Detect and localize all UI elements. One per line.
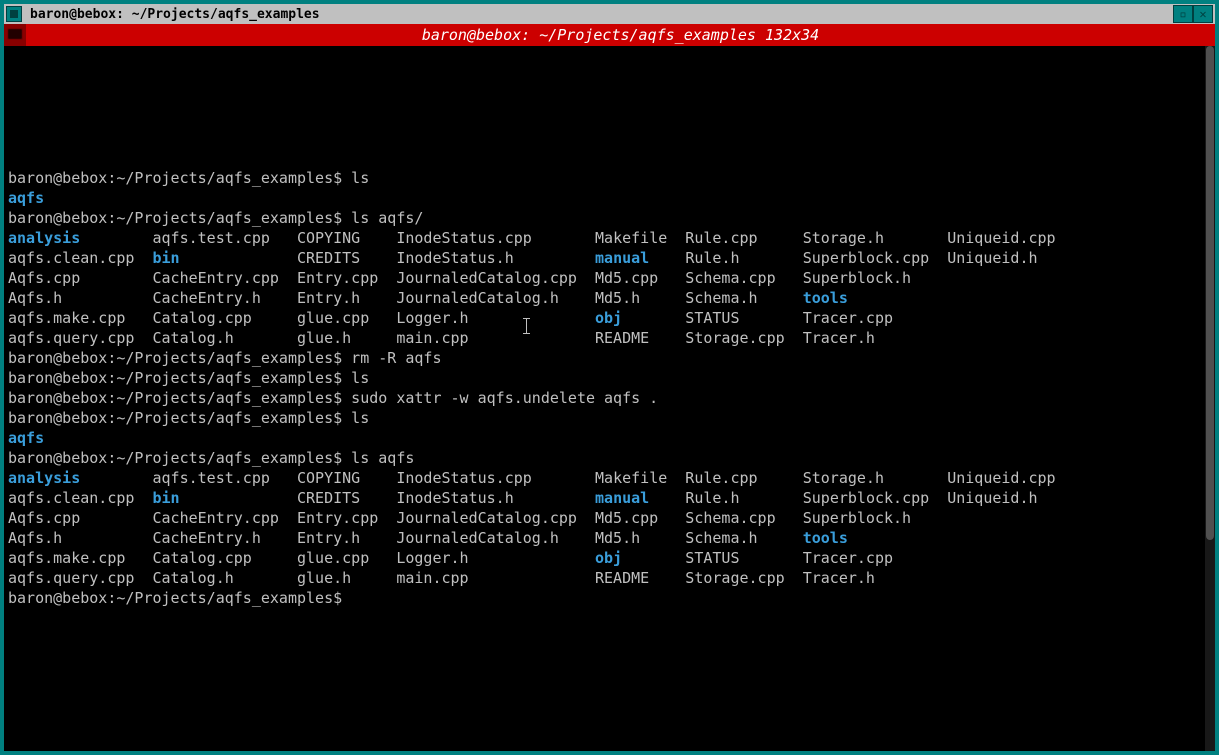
- window-menu-icon[interactable]: [6, 6, 22, 22]
- window-controls: ▫ ✕: [1173, 5, 1213, 23]
- tab-title[interactable]: baron@bebox: ~/Projects/aqfs_examples 13…: [26, 24, 1215, 46]
- text-cursor-icon: [526, 318, 527, 334]
- close-button[interactable]: ✕: [1193, 5, 1213, 23]
- terminal-output: baron@bebox:~/Projects/aqfs_examples$ ls…: [8, 48, 1211, 608]
- maximize-button[interactable]: ▫: [1173, 5, 1193, 23]
- window-title: baron@bebox: ~/Projects/aqfs_examples: [26, 7, 1169, 22]
- session-icon[interactable]: [4, 24, 26, 46]
- window-titlebar[interactable]: baron@bebox: ~/Projects/aqfs_examples ▫ …: [4, 4, 1215, 24]
- scrollbar-thumb[interactable]: [1206, 46, 1214, 540]
- terminal-window: baron@bebox: ~/Projects/aqfs_examples ▫ …: [0, 0, 1219, 755]
- tab-bar: baron@bebox: ~/Projects/aqfs_examples 13…: [4, 24, 1215, 46]
- terminal-viewport[interactable]: baron@bebox:~/Projects/aqfs_examples$ ls…: [4, 46, 1215, 751]
- scrollbar[interactable]: [1205, 46, 1215, 751]
